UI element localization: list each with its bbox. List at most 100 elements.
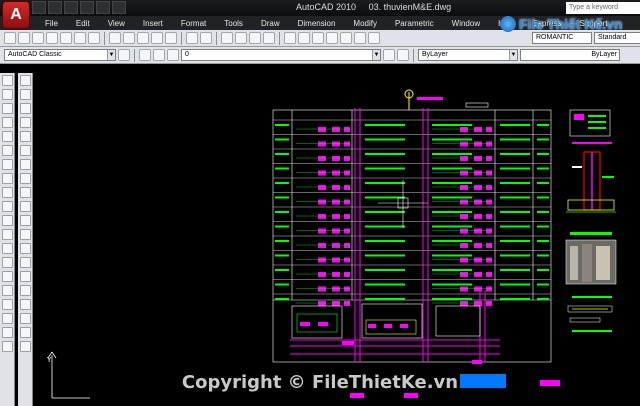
table-icon[interactable] (1, 313, 13, 324)
menu-parametric[interactable]: Parametric (386, 19, 443, 28)
explode-icon[interactable] (19, 299, 31, 310)
menu-draw[interactable]: Draw (252, 19, 289, 28)
array-icon[interactable] (19, 131, 31, 142)
undo-icon[interactable] (186, 32, 198, 44)
new-icon[interactable] (4, 32, 16, 44)
insert-block-icon[interactable] (1, 229, 13, 240)
menu-view[interactable]: View (99, 19, 134, 28)
save-icon[interactable] (64, 1, 78, 14)
erase-icon[interactable] (19, 75, 31, 86)
move-icon[interactable] (19, 145, 31, 156)
workspace-dropdown[interactable]: AutoCAD Classic ▼ (4, 49, 116, 61)
menu-tools[interactable]: Tools (215, 19, 252, 28)
offset-icon[interactable] (19, 117, 31, 128)
circle-icon[interactable] (1, 159, 13, 170)
dimension-icon[interactable] (19, 327, 31, 338)
ellipse-icon[interactable] (1, 201, 13, 212)
copy-icon[interactable] (123, 32, 135, 44)
help-icon[interactable] (368, 32, 380, 44)
markup-icon[interactable] (340, 32, 352, 44)
open-icon[interactable] (48, 1, 62, 14)
menu-file[interactable]: File (36, 19, 67, 28)
pan-icon[interactable] (221, 32, 233, 44)
plot-icon[interactable] (46, 32, 58, 44)
fillet-icon[interactable] (19, 285, 31, 296)
menu-modify[interactable]: Modify (344, 19, 386, 28)
ellipse-arc-icon[interactable] (1, 215, 13, 226)
distribution-board (486, 127, 492, 132)
break-at-point-icon[interactable] (19, 229, 31, 240)
menu-window[interactable]: Window (443, 19, 489, 28)
distribution-board (486, 214, 492, 219)
match-properties-icon[interactable] (151, 32, 163, 44)
workspace-settings-icon[interactable] (118, 49, 130, 61)
properties-icon[interactable] (284, 32, 296, 44)
zoom-previous-icon[interactable] (263, 32, 275, 44)
lightbulb-icon[interactable] (167, 49, 179, 61)
break-icon[interactable] (19, 243, 31, 254)
distribution-board (318, 243, 326, 248)
copy-object-icon[interactable] (19, 89, 31, 100)
zoom-window-icon[interactable] (249, 32, 261, 44)
plot-preview-icon[interactable] (60, 32, 72, 44)
cut-icon[interactable] (109, 32, 121, 44)
sheet-set-icon[interactable] (326, 32, 338, 44)
redo-icon[interactable] (96, 1, 110, 14)
block-editor-icon[interactable] (165, 32, 177, 44)
hatch-icon[interactable] (1, 271, 13, 282)
linetype-dropdown[interactable]: ByLayer (520, 49, 620, 61)
region-icon[interactable] (1, 299, 13, 310)
revision-cloud-icon[interactable] (1, 173, 13, 184)
stretch-icon[interactable] (19, 187, 31, 198)
spline-icon[interactable] (1, 187, 13, 198)
line-icon[interactable] (1, 75, 13, 86)
polyline-icon[interactable] (1, 103, 13, 114)
search-input[interactable]: Type a keyword (566, 2, 640, 14)
join-icon[interactable] (19, 257, 31, 268)
application-menu-button[interactable]: A (2, 1, 30, 29)
multiline-text-icon[interactable] (1, 327, 13, 338)
drawing-canvas[interactable]: Y (40, 64, 640, 406)
menu-edit[interactable]: Edit (67, 19, 99, 28)
publish-icon[interactable] (74, 32, 86, 44)
open-icon[interactable] (18, 32, 30, 44)
zoom-realtime-icon[interactable] (235, 32, 247, 44)
rectangle-icon[interactable] (1, 131, 13, 142)
layer-walk-icon[interactable] (19, 341, 31, 352)
menu-dimension[interactable]: Dimension (289, 19, 345, 28)
rotate-icon[interactable] (19, 159, 31, 170)
dim-style-dropdown[interactable]: Standard (594, 32, 640, 44)
design-center-icon[interactable] (298, 32, 310, 44)
construction-line-icon[interactable] (1, 89, 13, 100)
make-current-icon[interactable] (383, 49, 395, 61)
layer-dropdown[interactable]: 0 ▼ (181, 49, 381, 61)
layer-state-icon[interactable] (153, 49, 165, 61)
text-icon[interactable] (19, 313, 31, 324)
3d-print-icon[interactable] (88, 32, 100, 44)
layer-previous-icon[interactable] (397, 49, 409, 61)
extend-icon[interactable] (19, 215, 31, 226)
paste-icon[interactable] (137, 32, 149, 44)
color-dropdown[interactable]: ByLayer ▼ (418, 49, 518, 61)
make-block-icon[interactable] (1, 243, 13, 254)
new-icon[interactable] (32, 1, 46, 14)
menu-format[interactable]: Format (172, 19, 215, 28)
point-icon[interactable] (1, 257, 13, 268)
polygon-icon[interactable] (1, 117, 13, 128)
add-selected-icon[interactable] (1, 341, 13, 352)
mirror-icon[interactable] (19, 103, 31, 114)
layer-properties-icon[interactable] (139, 49, 151, 61)
save-icon[interactable] (32, 32, 44, 44)
arc-icon[interactable] (1, 145, 13, 156)
redo-icon[interactable] (200, 32, 212, 44)
tool-palettes-icon[interactable] (312, 32, 324, 44)
trim-icon[interactable] (19, 201, 31, 212)
quickcalc-icon[interactable] (354, 32, 366, 44)
undo-icon[interactable] (80, 1, 94, 14)
gradient-icon[interactable] (1, 285, 13, 296)
text-style-dropdown[interactable]: ROMANTIC (532, 32, 592, 44)
plot-icon[interactable] (112, 1, 126, 14)
menu-insert[interactable]: Insert (134, 19, 172, 28)
scale-icon[interactable] (19, 173, 31, 184)
chamfer-icon[interactable] (19, 271, 31, 282)
